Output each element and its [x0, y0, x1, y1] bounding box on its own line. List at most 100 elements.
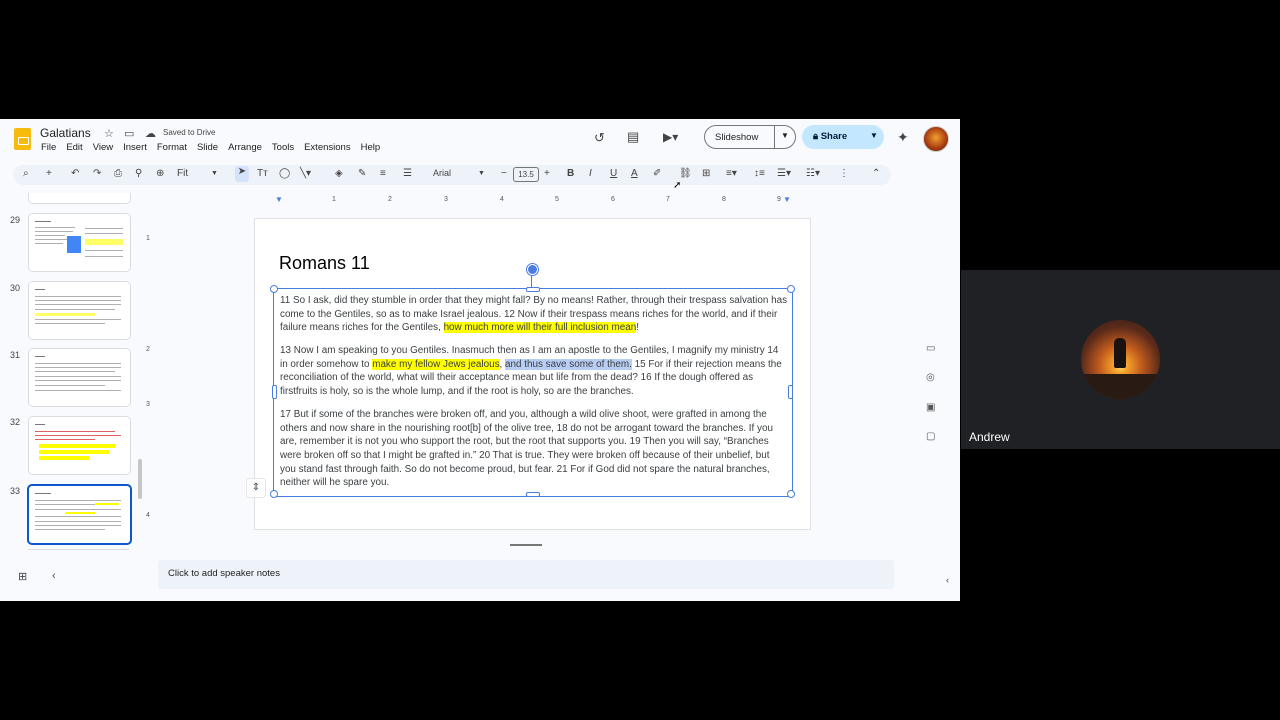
saved-status: Saved to Drive — [163, 128, 216, 137]
slide-thumbnail-32[interactable] — [28, 416, 131, 475]
canvas-scrollbar[interactable] — [510, 544, 542, 546]
menu-help[interactable]: Help — [361, 142, 381, 153]
bold-icon[interactable]: B — [567, 168, 574, 179]
chevron-down-icon[interactable]: ▼ — [781, 131, 789, 140]
participant-name: Andrew — [969, 430, 1010, 444]
fill-color-icon[interactable]: ◈ — [335, 168, 343, 179]
slide-thumbnail-31[interactable] — [28, 348, 131, 407]
highlighted-text: how much more will their full inclusion … — [443, 322, 637, 334]
line-spacing-icon[interactable]: ↕≡ — [754, 168, 765, 179]
highlight-color-icon[interactable]: ✐ — [653, 168, 661, 179]
ruler-tick: 5 — [555, 196, 559, 203]
body-text-box[interactable]: 11 So I ask, did they stumble in order t… — [270, 285, 795, 499]
resize-handle[interactable] — [270, 490, 278, 498]
border-weight-icon[interactable]: ≡ — [380, 168, 386, 179]
menu-arrange[interactable]: Arrange — [228, 142, 262, 153]
gemini-sparkle-icon[interactable]: ✦ — [897, 129, 909, 146]
meet-video-icon[interactable]: ▶︎▾ — [663, 130, 678, 144]
toolbar: ⌕ + ↶ ↷ ⎙ ⚲ ⊕ Fit ▼ ➤ Tт ◯ ╲▾ ◈ ✎ ≡ ☰ Ar… — [13, 165, 891, 185]
resize-handle[interactable] — [787, 285, 795, 293]
slideshow-button[interactable]: Slideshow ▼ — [704, 125, 796, 149]
slide-thumbnail-28-partial[interactable] — [28, 193, 131, 204]
tasks-icon[interactable]: ◎ — [926, 372, 935, 383]
resize-handle[interactable] — [272, 385, 277, 399]
italic-icon[interactable]: I — [589, 168, 592, 179]
grid-view-icon[interactable]: ⊞ — [18, 570, 27, 583]
decrease-font-icon[interactable]: − — [501, 168, 507, 179]
paragraph-1: 11 So I ask, did they stumble in order t… — [280, 295, 788, 334]
chevron-down-icon[interactable]: ▼ — [211, 170, 218, 177]
redo-icon[interactable]: ↷ — [93, 168, 101, 179]
comments-icon[interactable]: ▤ — [627, 129, 639, 145]
menu-extensions[interactable]: Extensions — [304, 142, 350, 153]
menu-format[interactable]: Format — [157, 142, 187, 153]
increase-font-icon[interactable]: + — [544, 168, 550, 179]
bulleted-list-icon[interactable]: ☰▾ — [777, 168, 791, 179]
border-color-icon[interactable]: ✎ — [358, 168, 366, 179]
chevron-down-icon[interactable]: ▼ — [478, 170, 485, 177]
border-dash-icon[interactable]: ☰ — [403, 168, 412, 179]
print-icon[interactable]: ⎙ — [114, 168, 122, 179]
line-icon[interactable]: ╲▾ — [300, 168, 311, 179]
slide-canvas[interactable]: Romans 11 11 So I ask, did they stumble … — [255, 219, 810, 529]
speaker-notes[interactable]: Click to add speaker notes — [158, 560, 894, 589]
slide-thumbnail-34-partial[interactable] — [28, 549, 129, 554]
numbered-list-icon[interactable]: ☷▾ — [806, 168, 820, 179]
text-box-icon[interactable]: Tт — [257, 168, 268, 179]
insert-link-icon[interactable]: ⛓ — [679, 168, 692, 179]
indent-marker-icon[interactable]: ▼ — [275, 195, 283, 204]
move-folder-icon[interactable]: ▭ — [124, 127, 134, 140]
keep-icon[interactable]: ▭ — [926, 343, 935, 354]
resize-handle[interactable] — [526, 287, 540, 292]
zoom-icon[interactable]: ⊕ — [156, 168, 164, 179]
collapse-filmstrip-icon[interactable]: ‹ — [52, 570, 56, 582]
menu-view[interactable]: View — [93, 142, 113, 153]
slide-number: 30 — [10, 283, 21, 293]
text-color-icon[interactable]: A — [631, 168, 638, 179]
select-cursor-icon[interactable]: ➤ — [235, 166, 249, 182]
menu-insert[interactable]: Insert — [123, 142, 147, 153]
star-icon[interactable]: ☆ — [104, 127, 114, 140]
side-panel-toggle-icon[interactable]: ‹ — [946, 575, 960, 591]
font-size-input[interactable]: 13.5 — [513, 167, 539, 182]
underline-icon[interactable]: U — [610, 168, 617, 179]
resize-handle[interactable] — [270, 285, 278, 293]
menu-tools[interactable]: Tools — [272, 142, 294, 153]
slide-title[interactable]: Romans 11 — [279, 253, 370, 274]
menu-slide[interactable]: Slide — [197, 142, 218, 153]
undo-icon[interactable]: ↶ — [71, 168, 79, 179]
document-title[interactable]: Galatians — [40, 126, 91, 140]
slide-thumbnail-30[interactable] — [28, 281, 131, 340]
slide-number: 33 — [10, 486, 21, 496]
share-button[interactable]: 🔒︎ Share ▼ — [802, 125, 884, 149]
chevron-down-icon[interactable]: ▼ — [870, 131, 878, 140]
search-menus-icon[interactable]: ⌕ — [23, 168, 29, 179]
new-slide-icon[interactable]: + — [46, 168, 52, 179]
more-options-icon[interactable]: ⋮ — [839, 168, 849, 179]
ruler-tick: 4 — [146, 512, 150, 519]
add-comment-icon[interactable]: ⊞ — [702, 168, 710, 179]
align-icon[interactable]: ≡▾ — [726, 168, 737, 179]
filmstrip-scrollbar[interactable] — [138, 459, 142, 499]
vertical-align-icon[interactable]: ⇕ — [247, 479, 265, 497]
resize-handle[interactable] — [788, 385, 793, 399]
shape-icon[interactable]: ◯ — [279, 168, 290, 179]
slide-thumbnail-29[interactable] — [28, 213, 131, 272]
maps-icon[interactable]: ▢ — [926, 431, 935, 442]
rotate-handle[interactable] — [527, 264, 538, 275]
contacts-icon[interactable]: ▣ — [926, 402, 935, 413]
paint-format-icon[interactable]: ⚲ — [135, 168, 142, 179]
right-indent-marker-icon[interactable]: ▼ — [783, 195, 791, 204]
menu-file[interactable]: File — [41, 142, 56, 153]
body-text[interactable]: 11 So I ask, did they stumble in order t… — [280, 294, 788, 499]
version-history-icon[interactable]: ↺ — [594, 130, 605, 146]
collapse-toolbar-icon[interactable]: ⌃ — [872, 168, 880, 179]
font-select[interactable]: Arial — [433, 168, 451, 178]
slide-thumbnail-33-selected[interactable] — [27, 484, 132, 545]
resize-handle[interactable] — [787, 490, 795, 498]
menu-edit[interactable]: Edit — [66, 142, 82, 153]
account-avatar[interactable] — [923, 126, 949, 152]
ruler-tick: 2 — [388, 196, 392, 203]
slides-logo-icon[interactable] — [14, 128, 31, 150]
zoom-select[interactable]: Fit — [177, 168, 188, 179]
